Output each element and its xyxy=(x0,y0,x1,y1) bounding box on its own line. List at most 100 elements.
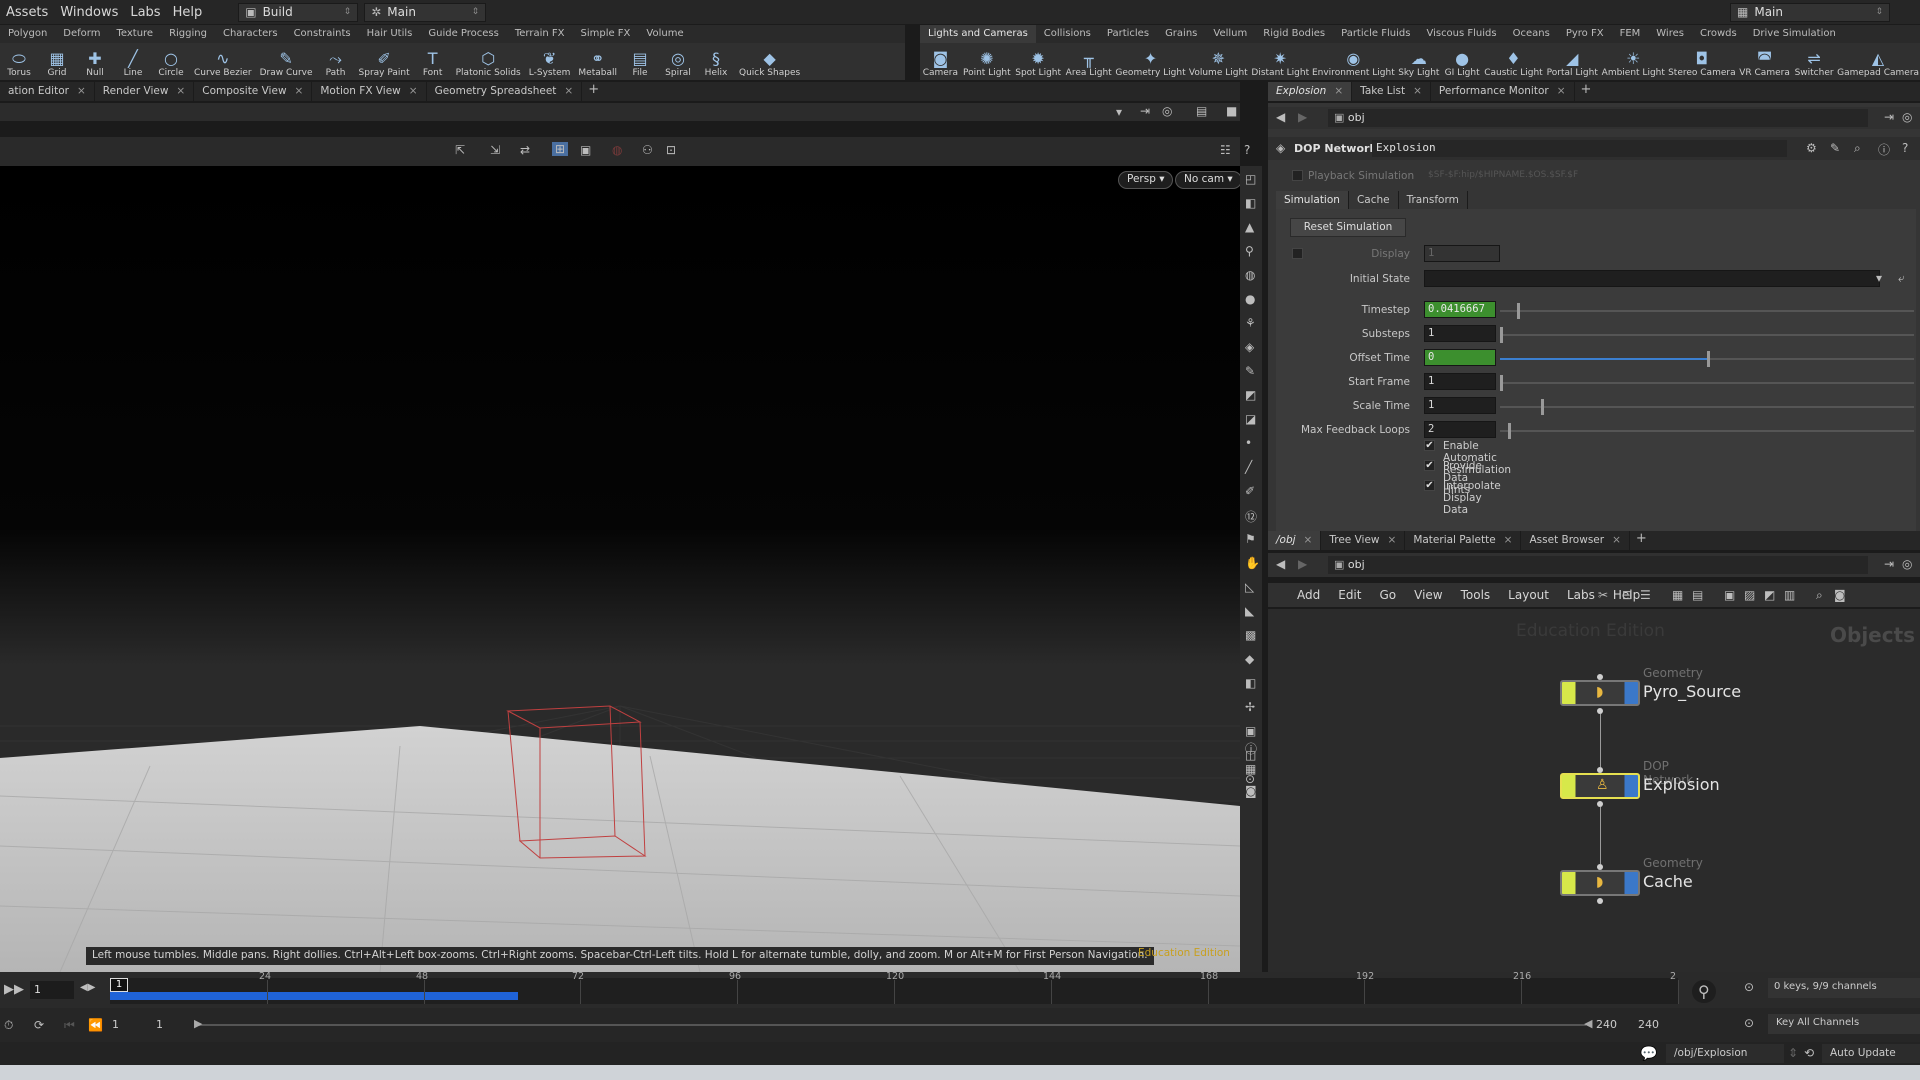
playback-checkbox[interactable] xyxy=(1292,170,1303,181)
add-tab-icon[interactable]: + xyxy=(1575,82,1598,101)
shelf-tab-viscous-fluids[interactable]: Viscous Fluids xyxy=(1418,25,1504,43)
shelf-tool-stereo-camera[interactable]: ◘ Stereo Camera xyxy=(1667,43,1738,80)
reset-simulation-button[interactable]: Reset Simulation xyxy=(1290,218,1406,237)
display-option-icon[interactable]: ◆ xyxy=(1245,652,1254,666)
input-port[interactable] xyxy=(1597,674,1603,680)
display-option-icon[interactable]: ⚘ xyxy=(1245,316,1256,330)
auto-update-select[interactable]: Auto Update xyxy=(1822,1044,1920,1063)
network-menu-labs[interactable]: Labs xyxy=(1558,588,1604,602)
shelf-tool-grid[interactable]: ▦ Grid xyxy=(38,43,76,80)
display-option-icon[interactable]: ◍ xyxy=(1245,268,1255,282)
brush-icon[interactable]: ✎ xyxy=(1830,141,1840,155)
shelf-tab-volume[interactable]: Volume xyxy=(638,25,691,43)
first-frame-icon[interactable]: ⏮ xyxy=(64,1018,75,1033)
display-option-icon[interactable]: ◧ xyxy=(1245,196,1256,210)
shelf-tab-deform[interactable]: Deform xyxy=(55,25,108,43)
shelf-tool-sky-light[interactable]: ☁ Sky Light xyxy=(1396,43,1442,80)
display-option-icon[interactable]: ✋ xyxy=(1245,556,1260,570)
range-slider[interactable] xyxy=(196,1024,1586,1026)
max-feedback-loops-field[interactable]: 2 xyxy=(1424,421,1496,438)
shelf-tool-line[interactable]: ╱ Line xyxy=(114,43,152,80)
prev-key-icon[interactable]: ⏪ xyxy=(88,1018,103,1032)
scale-time-slider[interactable] xyxy=(1500,399,1914,415)
list-icon[interactable]: ☰ xyxy=(1640,588,1651,602)
desktop-select[interactable]: ▣ Build ⇕ xyxy=(238,2,359,22)
offset-time-slider-handle[interactable] xyxy=(1707,351,1710,367)
help-icon[interactable]: ? xyxy=(1244,143,1250,157)
link-icon[interactable]: ◎ xyxy=(1162,104,1172,118)
shelf-tool-volume-light[interactable]: ✵ Volume Light xyxy=(1187,43,1249,80)
gear-icon[interactable]: ⚙ xyxy=(1806,141,1817,155)
shelf-tab-terrain-fx[interactable]: Terrain FX xyxy=(507,25,573,43)
shelf-tab-polygon[interactable]: Polygon xyxy=(0,25,55,43)
shelf-tab-pyro-fx[interactable]: Pyro FX xyxy=(1558,25,1612,43)
snapshot-icon[interactable]: ⊡ xyxy=(666,143,676,157)
shelf-tool-portal-light[interactable]: ◢ Portal Light xyxy=(1545,43,1600,80)
chevron-down-icon[interactable]: ▾ xyxy=(1876,271,1882,285)
palette-icon[interactable]: ▥ xyxy=(1784,588,1795,602)
frame-field[interactable]: 1 xyxy=(30,981,74,999)
timestep-slider[interactable] xyxy=(1500,303,1914,319)
network-menu-layout[interactable]: Layout xyxy=(1499,588,1558,602)
node-name-label[interactable]: Explosion xyxy=(1643,775,1720,794)
channel-icon[interactable]: ⊙ xyxy=(1744,980,1754,994)
scene-viewport[interactable]: Persp ▾ No cam ▾ xyxy=(0,166,1240,972)
max-feedback-loops-slider[interactable] xyxy=(1500,423,1914,439)
persp-button[interactable]: Persp ▾ xyxy=(1118,171,1174,189)
provide-data-hints-checkbox[interactable]: ✔ xyxy=(1424,460,1435,471)
node-pyro-source[interactable]: ◗ xyxy=(1560,680,1640,706)
close-icon[interactable]: × xyxy=(1612,534,1621,550)
display-option-icon[interactable]: ● xyxy=(1245,292,1255,306)
close-icon[interactable]: × xyxy=(1504,534,1513,550)
shelf-tool-distant-light[interactable]: ✷ Distant Light xyxy=(1250,43,1311,80)
key-all-channels-button[interactable]: Key All Channels xyxy=(1768,1014,1920,1034)
shelf-tool-curve-bezier[interactable]: ∿ Curve Bezier xyxy=(190,43,256,80)
shelf-tab-characters[interactable]: Characters xyxy=(215,25,286,43)
shelf-tool-spot-light[interactable]: ✹ Spot Light xyxy=(1013,43,1063,80)
frame-icon[interactable]: ▣ xyxy=(580,143,591,157)
shelf-tab-guide-process[interactable]: Guide Process xyxy=(420,25,506,43)
display-option-icon[interactable]: ◧ xyxy=(1245,676,1256,690)
display-options-icon[interactable]: ☷ xyxy=(1220,143,1231,157)
range-end-2[interactable]: 240 xyxy=(1638,1018,1659,1031)
menu-windows[interactable]: Windows xyxy=(54,5,124,20)
shelf-tab-fem[interactable]: FEM xyxy=(1612,25,1649,43)
shelf-tool-quick-shapes[interactable]: ◆ Quick Shapes xyxy=(735,43,804,80)
back-icon[interactable]: ◀ xyxy=(1276,110,1285,124)
close-icon[interactable]: × xyxy=(1304,534,1313,550)
display-option-icon[interactable]: ◰ xyxy=(1245,172,1256,186)
display-option-icon[interactable]: ▣ xyxy=(1245,724,1256,738)
menu-assets[interactable]: Assets xyxy=(0,5,54,20)
shelf-tab-rigging[interactable]: Rigging xyxy=(161,25,215,43)
tab-cache[interactable]: Cache xyxy=(1349,191,1399,209)
close-icon[interactable]: × xyxy=(295,85,304,101)
shelf-tool-draw-curve[interactable]: ✎ Draw Curve xyxy=(256,43,317,80)
input-port[interactable] xyxy=(1597,767,1603,773)
network-menu-tools[interactable]: Tools xyxy=(1452,588,1500,602)
shelf-tool-gamepad-camera[interactable]: ◭ Gamepad Camera xyxy=(1836,43,1920,80)
forward-icon[interactable]: ▶ xyxy=(1298,557,1307,571)
key-all-icon[interactable]: ⊙ xyxy=(1744,1016,1754,1030)
add-tab-icon[interactable]: + xyxy=(1630,531,1653,550)
close-icon[interactable]: × xyxy=(564,85,573,101)
pin-icon[interactable]: ⇥ xyxy=(1884,557,1894,571)
enable-automatic-resimulation-checkbox[interactable]: ✔ xyxy=(1424,440,1435,451)
initial-state-field[interactable] xyxy=(1424,270,1880,287)
range-start-handle[interactable]: ▶ xyxy=(194,1017,202,1030)
tab-render-view[interactable]: Render View × xyxy=(95,82,195,101)
network-menu-edit[interactable]: Edit xyxy=(1329,588,1370,602)
node-explosion[interactable]: ♙ xyxy=(1560,773,1640,799)
shelf-tool-ambient-light[interactable]: ☀ Ambient Light xyxy=(1600,43,1667,80)
shelf-tool-area-light[interactable]: ╥ Area Light xyxy=(1063,43,1114,80)
display-option-icon[interactable]: ✢ xyxy=(1245,700,1255,714)
record-icon[interactable]: ◍ xyxy=(612,143,622,157)
close-icon[interactable]: × xyxy=(409,85,418,101)
shelf-tool-torus[interactable]: ⬭ Torus xyxy=(0,43,38,80)
timestep-slider-handle[interactable] xyxy=(1517,303,1520,319)
transform-icon[interactable]: ⇄ xyxy=(520,143,530,157)
scale-time-field[interactable]: 1 xyxy=(1424,397,1496,414)
keys-info[interactable]: 0 keys, 9/9 channels xyxy=(1768,978,1920,998)
add-tab-icon[interactable]: + xyxy=(582,82,605,101)
shelf-tool-vr-camera[interactable]: ◚ VR Camera xyxy=(1737,43,1792,80)
loop-icon[interactable]: ⟳ xyxy=(34,1018,44,1032)
